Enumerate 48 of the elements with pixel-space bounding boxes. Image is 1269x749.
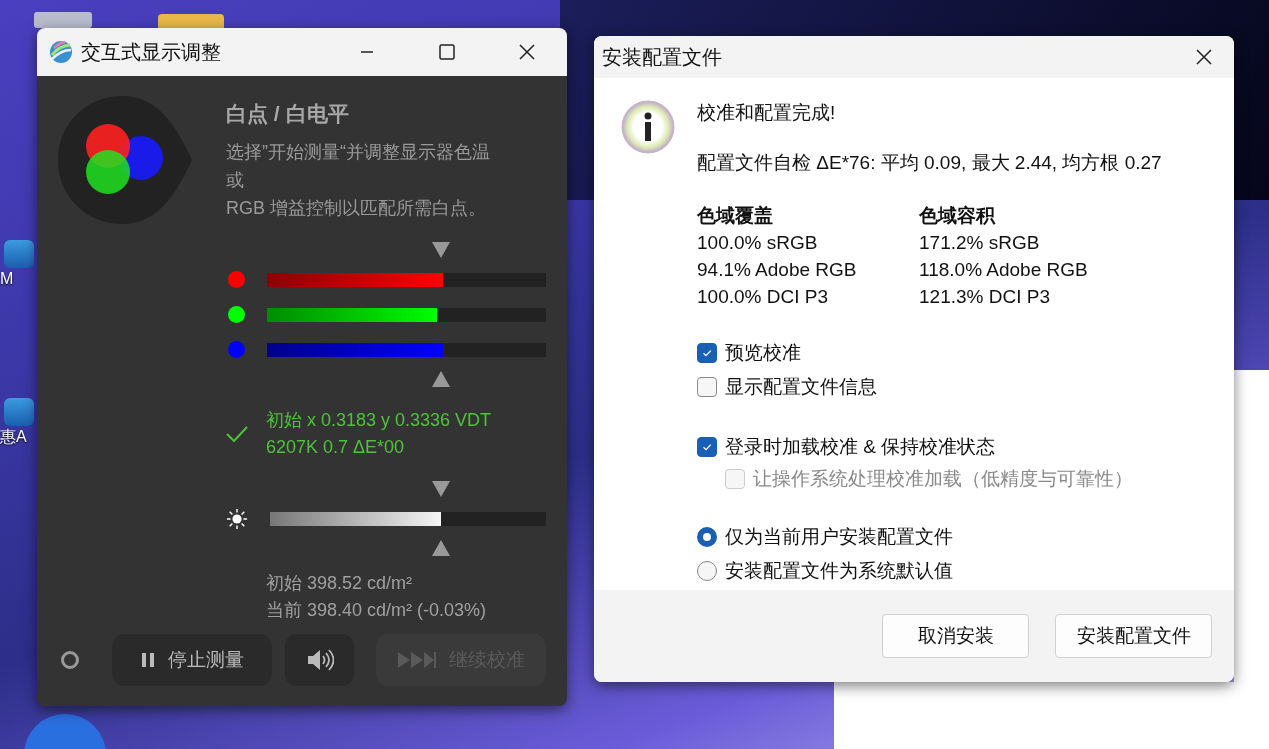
- radio-button[interactable]: [697, 561, 717, 581]
- dialog-button[interactable]: 安装配置文件: [1055, 614, 1212, 658]
- radio-button[interactable]: [697, 527, 717, 547]
- desktop-icon-label[interactable]: 惠A: [0, 428, 27, 446]
- window-title: 交互式显示调整: [81, 39, 222, 65]
- radio-label[interactable]: 仅为当前用户安装配置文件: [725, 524, 953, 550]
- app-icon[interactable]: [4, 398, 34, 426]
- gamut-value: 171.2% sRGB: [919, 231, 1041, 255]
- dialog-title: 安装配置文件: [602, 44, 723, 70]
- section-heading: 白点 / 白电平: [226, 101, 350, 127]
- dialog-button[interactable]: 取消安装: [882, 614, 1029, 658]
- gamut-heading: 色域容积: [919, 204, 997, 228]
- skip-forward-icon: [397, 651, 437, 669]
- gamut-value: 100.0% sRGB: [697, 231, 819, 255]
- luminance-text: 初始 398.52 cd/m² 当前 398.40 cd/m² (-0.03%): [266, 572, 488, 622]
- checkbox[interactable]: [697, 437, 717, 457]
- checkbox[interactable]: [697, 377, 717, 397]
- stop-measurement-button[interactable]: 停止测量: [112, 634, 272, 686]
- checkbox-label[interactable]: 显示配置文件信息: [725, 374, 877, 400]
- completion-message: 校准和配置完成!: [697, 101, 837, 125]
- measurement-text: 初始 x 0.3183 y 0.3336 VDT 6207K 0.7 ΔE*00: [266, 409, 492, 459]
- checkbox-label[interactable]: 登录时加载校准 & 保持校准状态: [725, 434, 996, 460]
- brightness-icon: [226, 507, 248, 530]
- status-indicator-icon: [61, 651, 79, 669]
- gamut-value: 118.0% Adobe RGB: [919, 258, 1089, 282]
- gamut-value: 100.0% DCI P3: [697, 285, 829, 309]
- gamut-heading: 色域覆盖: [697, 204, 774, 228]
- desktop-icon-label[interactable]: M: [0, 270, 14, 288]
- app-icon[interactable]: [4, 240, 34, 268]
- target-marker-icon: [432, 540, 450, 556]
- checkmark-icon: [701, 441, 713, 453]
- maximize-icon[interactable]: [437, 42, 457, 62]
- sound-button[interactable]: [285, 634, 354, 686]
- close-icon[interactable]: [517, 42, 537, 62]
- self-check-text: 配置文件自检 ΔE*76: 平均 0.09, 最大 2.44, 均方根 0.27: [697, 151, 1162, 175]
- close-icon[interactable]: [1194, 47, 1214, 67]
- app-logo-icon: [49, 40, 73, 64]
- checkmark-icon: [701, 347, 713, 359]
- gamut-value: 121.3% DCI P3: [919, 285, 1051, 309]
- checkbox-label[interactable]: 预览校准: [725, 340, 801, 366]
- pause-icon: [140, 652, 156, 668]
- gamut-value: 94.1% Adobe RGB: [697, 258, 858, 282]
- target-marker-icon: [432, 371, 450, 387]
- radio-label[interactable]: 安装配置文件为系统默认值: [725, 558, 953, 584]
- checkbox[interactable]: [697, 343, 717, 363]
- speaker-icon: [305, 648, 334, 672]
- instructions-text: 选择”开始测量“并调整显示器色温 或 RGB 增益控制以匹配所需白点。: [226, 141, 491, 220]
- info-icon: [621, 100, 675, 154]
